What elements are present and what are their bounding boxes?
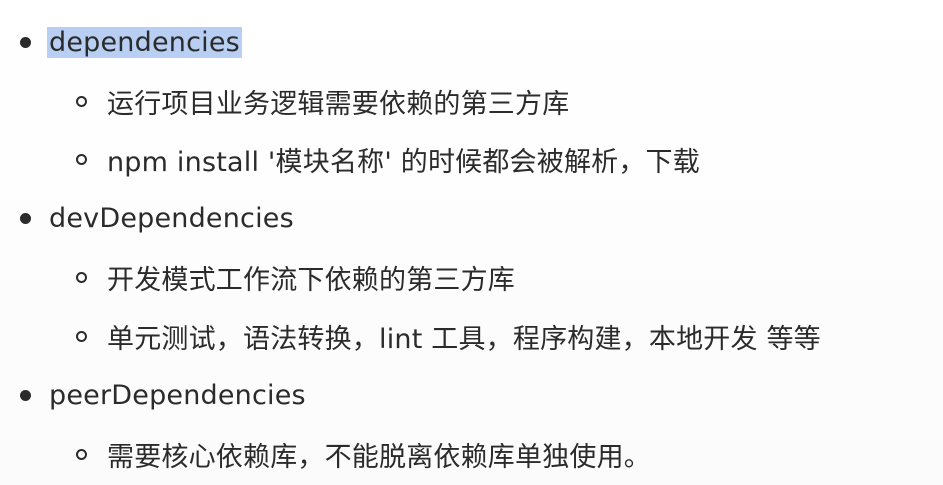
bullet-circle-icon: [76, 271, 87, 283]
sub-item-text: npm install '模块名称' 的时候都会被解析，下载: [107, 146, 700, 178]
document-page: dependencies 运行项目业务逻辑需要依赖的第三方库 npm insta…: [0, 0, 943, 485]
bullet-circle-icon: [76, 448, 87, 460]
sub-item: 运行项目业务逻辑需要依赖的第三方库: [76, 81, 569, 121]
sub-item-text: 需要核心依赖库，不能脱离依赖库单独使用。: [107, 441, 651, 473]
bullet-circle-icon: [76, 95, 87, 107]
list-item-devdependencies: devDependencies: [20, 198, 294, 238]
sub-item: 需要核心依赖库，不能脱离依赖库单独使用。: [76, 434, 651, 474]
term-devdependencies: devDependencies: [49, 202, 294, 234]
sub-item: 开发模式工作流下依赖的第三方库: [76, 257, 515, 297]
list-item-peerdependencies: peerDependencies: [20, 375, 306, 415]
bullet-dot-icon: [20, 389, 31, 401]
bullet-circle-icon: [76, 153, 87, 165]
sub-item: npm install '模块名称' 的时候都会被解析，下载: [76, 139, 700, 179]
sub-item: 单元测试，语法转换，lint 工具，程序构建，本地开发 等等: [76, 316, 821, 356]
sub-item-text: 运行项目业务逻辑需要依赖的第三方库: [107, 88, 570, 120]
term-dependencies: dependencies: [47, 26, 242, 58]
bullet-dot-icon: [20, 36, 31, 48]
sub-item-text: 单元测试，语法转换，lint 工具，程序构建，本地开发 等等: [107, 323, 821, 355]
list-item-dependencies: dependencies: [20, 22, 242, 62]
bullet-circle-icon: [76, 330, 87, 342]
bullet-dot-icon: [20, 212, 31, 224]
term-peerdependencies: peerDependencies: [49, 379, 306, 411]
sub-item-text: 开发模式工作流下依赖的第三方库: [107, 264, 515, 296]
